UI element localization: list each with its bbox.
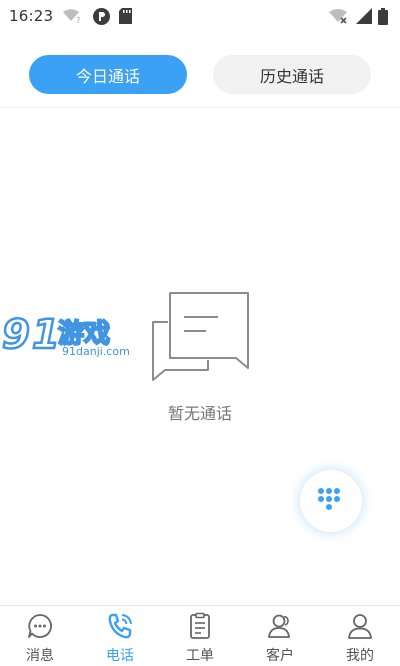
battery-icon [378, 7, 388, 25]
status-left: 16:23 ? [9, 7, 133, 25]
nav-item-tickets[interactable]: 工单 [160, 606, 240, 666]
svg-text:?: ? [76, 16, 80, 24]
chat-bubble-icon [26, 612, 54, 640]
tab-today-calls[interactable]: 今日通话 [29, 55, 187, 94]
wifi-question-icon: ? [62, 8, 84, 24]
phone-icon [106, 612, 134, 640]
status-time: 16:23 [9, 7, 54, 25]
profile-icon [346, 612, 374, 640]
sd-card-icon [119, 8, 133, 24]
empty-chat-icon [152, 292, 249, 381]
watermark-logo: 9 1 游戏 91danji.com [0, 308, 140, 360]
nav-item-me[interactable]: 我的 [320, 606, 400, 666]
clipboard-icon [186, 612, 214, 640]
svg-text:9: 9 [2, 312, 30, 358]
wifi-off-icon [328, 8, 350, 24]
bottom-nav: 消息 电话 工单 客户 我的 [0, 605, 400, 666]
empty-message: 暂无通话 [167, 404, 232, 423]
nav-item-customers[interactable]: 客户 [240, 606, 320, 666]
nav-item-phone[interactable]: 电话 [80, 606, 160, 666]
status-right [328, 7, 388, 25]
app-notification-icon [93, 7, 111, 25]
customers-icon [266, 612, 294, 640]
call-tabs: 今日通话 历史通话 [0, 55, 400, 95]
tab-history-calls[interactable]: 历史通话 [213, 55, 371, 94]
nav-label-phone: 电话 [106, 648, 134, 664]
svg-text:91danji.com: 91danji.com [62, 345, 130, 358]
nav-label-messages: 消息 [26, 648, 54, 664]
dialpad-icon [318, 488, 340, 510]
svg-text:1: 1 [32, 312, 60, 358]
status-bar: 16:23 ? [0, 0, 400, 32]
dialpad-button[interactable] [300, 470, 362, 532]
nav-label-me: 我的 [346, 648, 374, 664]
nav-label-customers: 客户 [266, 648, 294, 664]
nav-label-tickets: 工单 [186, 648, 214, 664]
cell-signal-icon [356, 8, 372, 24]
nav-item-messages[interactable]: 消息 [0, 606, 80, 666]
header-divider [0, 107, 400, 108]
